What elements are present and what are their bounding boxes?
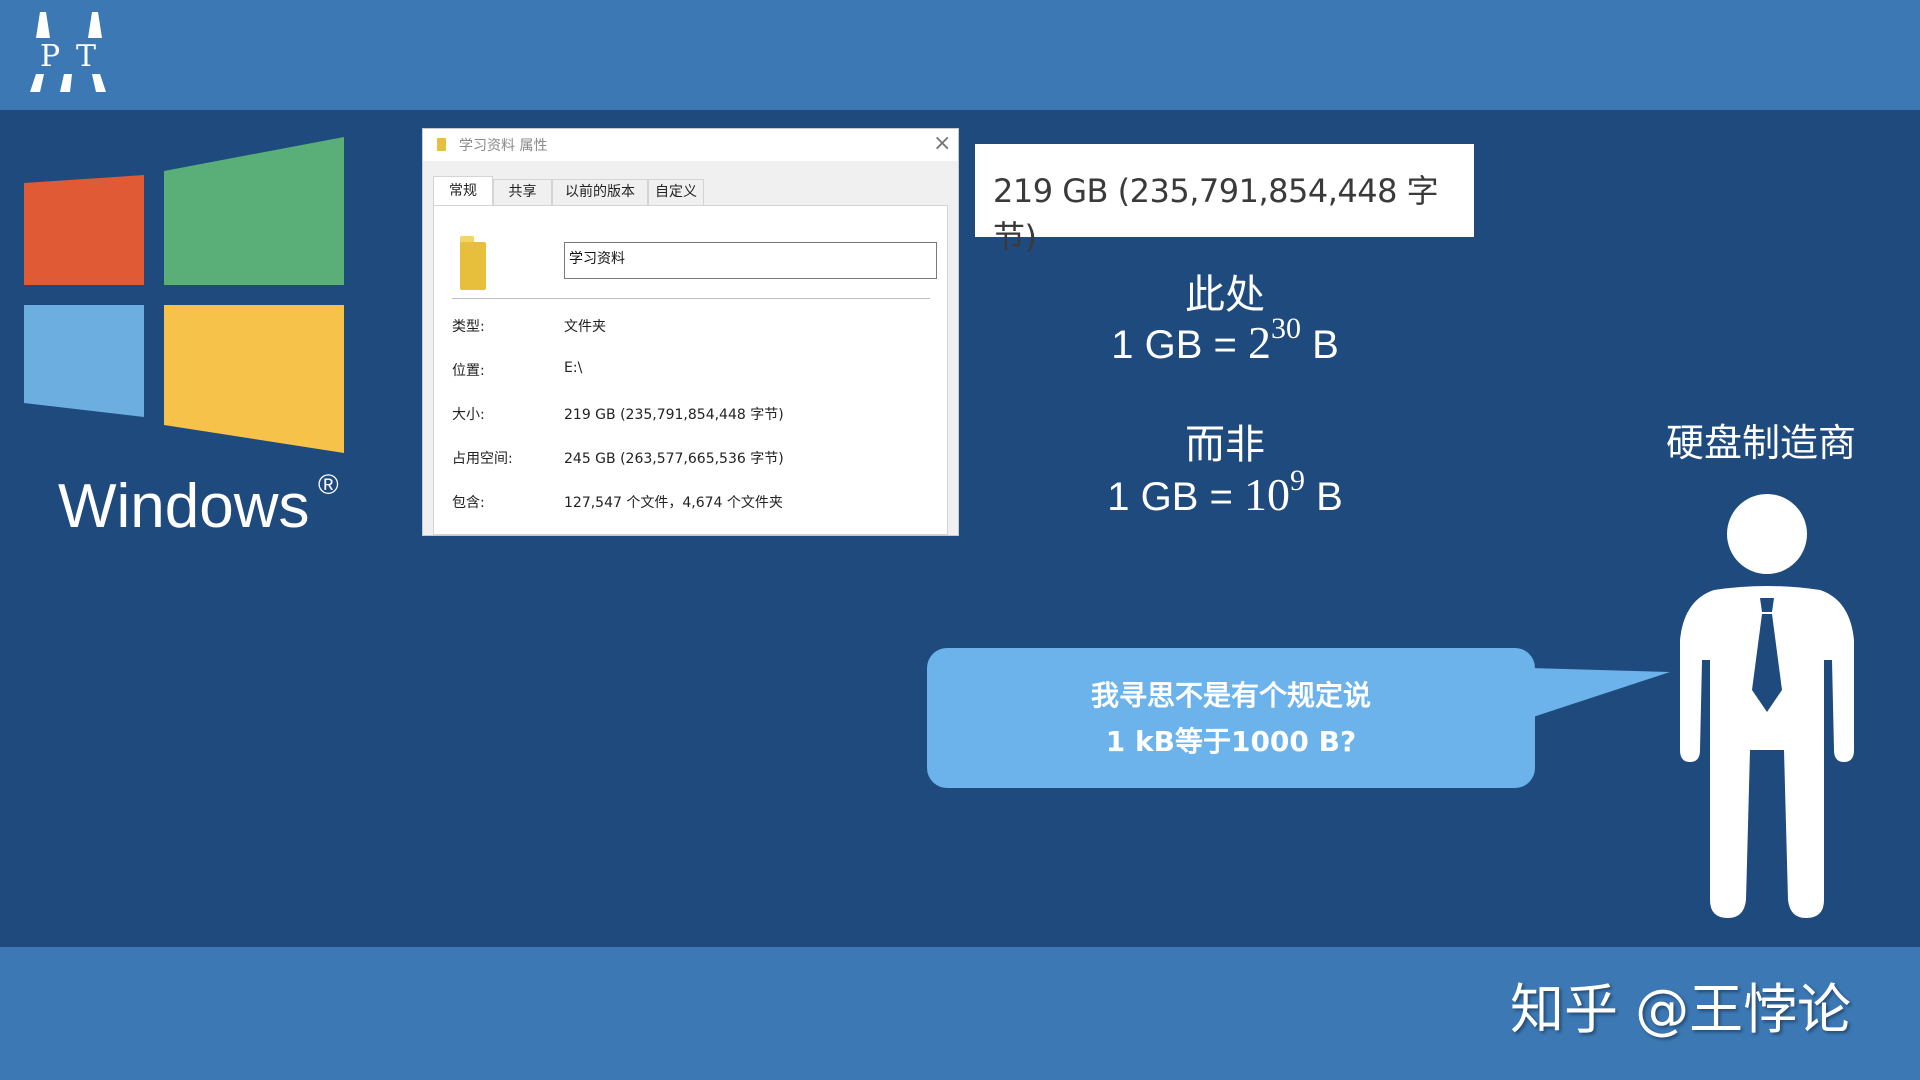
eq1-prefix: 1 GB =	[1111, 323, 1248, 367]
author-credit: 知乎 @王悖论	[1510, 978, 1852, 1041]
eq2-base: 10	[1243, 469, 1290, 520]
dialog-titlebar: 学习资料 属性 ×	[423, 129, 958, 161]
equation-binary: 1 GB = 230 B	[1000, 314, 1450, 369]
businessman-icon	[1680, 494, 1854, 918]
windows-wordmark: Windows	[58, 472, 310, 541]
logo-letter-t: T	[76, 39, 97, 74]
registered-mark: ®	[318, 469, 339, 500]
equation-decimal: 1 GB = 109 B	[1000, 466, 1450, 521]
bubble-line-2: 1 kB等于1000 B?	[1105, 725, 1357, 758]
eq1-base: 2	[1247, 317, 1271, 368]
dialog-title: 学习资料 属性	[459, 138, 548, 154]
folder-icon	[437, 138, 446, 151]
prop-value-type: 文件夹	[564, 319, 606, 335]
logo-letter-p: P	[40, 39, 61, 74]
speech-bubble-tail	[1530, 668, 1670, 718]
channel-logo: P T	[30, 12, 112, 96]
prop-label-type: 类型:	[452, 319, 485, 335]
size-zoom-text: 219 GB (235,791,854,448 字节)	[993, 172, 1439, 256]
prop-value-size-on-disk: 245 GB (263,577,665,536 字节)	[564, 451, 784, 467]
separator	[452, 298, 930, 299]
prop-label-size-on-disk: 占用空间:	[452, 451, 513, 467]
speech-bubble: 我寻思不是有个规定说 1 kB等于1000 B?	[927, 648, 1535, 788]
tab-previous-versions[interactable]: 以前的版本	[552, 179, 648, 205]
prop-value-size: 219 GB (235,791,854,448 字节)	[564, 407, 784, 423]
eq1-suffix: B	[1300, 323, 1339, 367]
tab-general[interactable]: 常规	[433, 176, 493, 205]
folder-large-icon	[460, 242, 486, 290]
eq2-prefix: 1 GB =	[1107, 475, 1244, 519]
eq2-exponent: 9	[1289, 464, 1305, 497]
windows-logo-icon	[24, 137, 344, 453]
general-panel: 学习资料 类型: 文件夹 位置: E:\ 大小: 219 GB (235,791…	[433, 205, 948, 535]
prop-label-contains: 包含:	[452, 495, 485, 511]
dialog-edge	[948, 205, 956, 535]
annotation-not: 而非	[1185, 422, 1265, 468]
bubble-line-1: 我寻思不是有个规定说	[1090, 679, 1371, 712]
properties-dialog: 学习资料 属性 × 常规 共享 以前的版本 自定义 学习资料 类型: 文件夹 位…	[422, 128, 959, 536]
eq1-exponent: 30	[1270, 312, 1301, 345]
close-icon[interactable]: ×	[933, 131, 951, 156]
prop-label-size: 大小:	[452, 407, 485, 423]
top-bar	[0, 0, 1920, 110]
folder-name-input[interactable]: 学习资料	[564, 242, 937, 279]
prop-label-location: 位置:	[452, 363, 485, 379]
prop-value-contains: 127,547 个文件，4,674 个文件夹	[564, 495, 783, 511]
annotation-here: 此处	[1185, 272, 1265, 318]
size-zoom-box: 219 GB (235,791,854,448 字节)	[975, 144, 1474, 256]
maker-label: 硬盘制造商	[1666, 421, 1857, 465]
tab-customize[interactable]: 自定义	[648, 179, 704, 205]
tab-sharing[interactable]: 共享	[493, 179, 552, 205]
eq2-suffix: B	[1304, 475, 1343, 519]
prop-value-location: E:\	[564, 360, 583, 376]
